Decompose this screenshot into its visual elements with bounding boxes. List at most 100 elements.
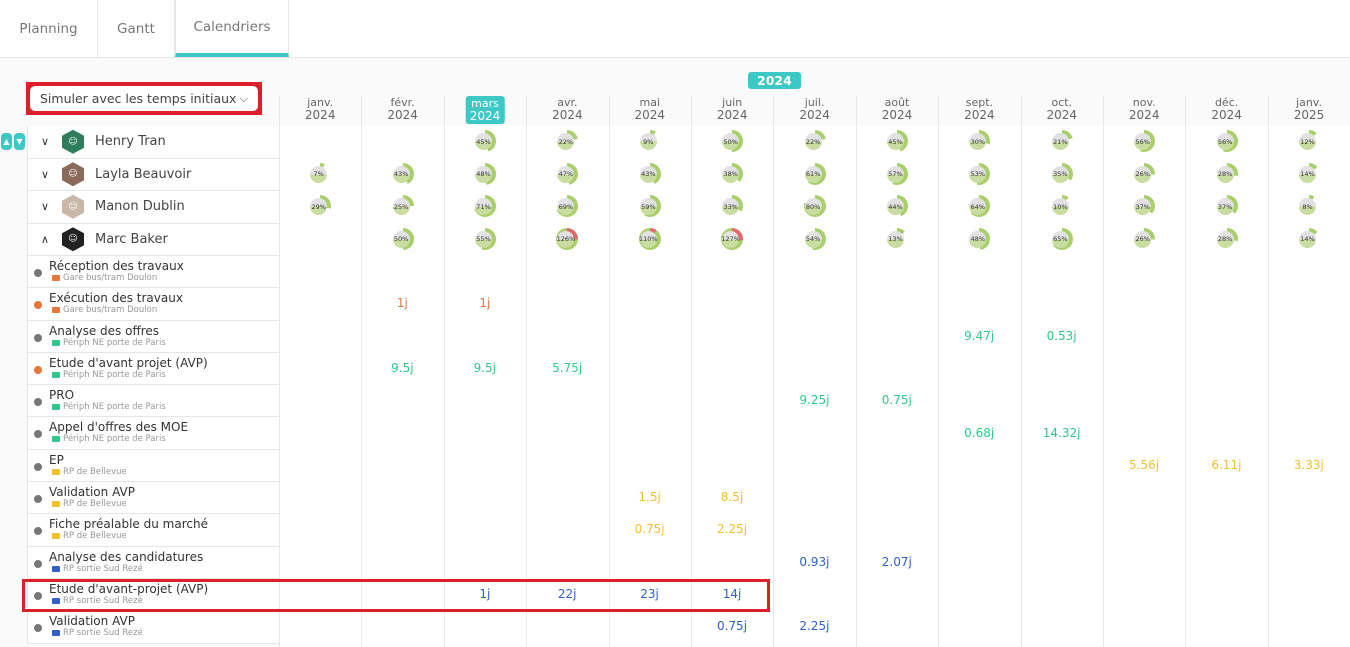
collapse-all-icon[interactable]: ▲ bbox=[1, 133, 12, 150]
load-percent: 43% bbox=[639, 165, 657, 183]
year-label: 2024 bbox=[748, 72, 801, 89]
task-name: Analyse des candidatures bbox=[49, 549, 204, 564]
task-workload: 8.5j bbox=[720, 490, 744, 505]
load-gauge: 54% bbox=[803, 227, 826, 250]
task-workload: 1j bbox=[396, 296, 408, 311]
month-column bbox=[938, 95, 940, 647]
briefcase-icon bbox=[52, 371, 60, 378]
status-dot bbox=[34, 495, 42, 504]
project-name: Gare bus/tram Doulon bbox=[63, 273, 158, 283]
month-header: janv. 2024 bbox=[305, 96, 336, 122]
load-percent: 33% bbox=[722, 198, 740, 215]
load-percent: 57% bbox=[887, 165, 904, 183]
task-name: Fiche préalable du marché bbox=[49, 517, 208, 532]
load-percent: 45% bbox=[887, 133, 904, 150]
load-gauge: 7% bbox=[309, 162, 332, 185]
month-header: sept. 2024 bbox=[964, 96, 995, 122]
tab-planning[interactable]: Planning bbox=[0, 0, 98, 57]
briefcase-icon bbox=[52, 565, 60, 572]
chevron-down-icon[interactable]: ∨ bbox=[28, 168, 62, 181]
load-percent: 8% bbox=[1299, 198, 1316, 215]
load-gauge: 65% bbox=[1050, 227, 1073, 250]
task-workload: 9.47j bbox=[964, 328, 995, 343]
month-header: févr. 2024 bbox=[387, 96, 418, 122]
person-row[interactable]: ∨ ☺ Henry Tran bbox=[28, 126, 279, 159]
expand-all-icon[interactable]: ▼ bbox=[14, 133, 25, 150]
status-dot bbox=[34, 462, 42, 471]
person-row[interactable]: ∨ ☺ Layla Beauvoir bbox=[28, 159, 279, 191]
person-row[interactable]: ∨ ☺ Manon Dublin bbox=[28, 191, 279, 224]
task-workload: 2.07j bbox=[881, 554, 912, 569]
load-gauge: 33% bbox=[721, 195, 744, 217]
load-gauge: 28% bbox=[1215, 162, 1238, 185]
task-row[interactable]: Exécution des travaux Gare bus/tram Doulo… bbox=[28, 288, 279, 321]
task-workload: 5.56j bbox=[1128, 457, 1160, 472]
load-percent: 80% bbox=[804, 198, 822, 215]
month-year: 2024 bbox=[304, 108, 336, 122]
project-name: Périph NE porte de Paris bbox=[63, 434, 166, 445]
month-column bbox=[608, 95, 610, 647]
person-row[interactable]: ∧ ☺ Marc Baker bbox=[28, 224, 279, 256]
load-percent: 50% bbox=[722, 133, 740, 150]
briefcase-icon bbox=[52, 501, 60, 508]
load-percent: 37% bbox=[1216, 198, 1234, 215]
task-row[interactable]: Validation AVP RP sortie Sud Rezé bbox=[28, 611, 279, 644]
simulation-dropdown[interactable]: Simuler avec les temps initiaux ⌵ bbox=[26, 82, 262, 115]
task-row[interactable]: Appel d'offres des MOE Périph NE porte de… bbox=[28, 417, 279, 450]
load-gauge: 57% bbox=[886, 162, 908, 185]
load-percent: 127% bbox=[721, 230, 740, 248]
chevron-up-icon[interactable]: ∧ bbox=[28, 233, 62, 246]
task-row[interactable]: Analyse des offres Périph NE porte de Par… bbox=[28, 321, 279, 353]
task-name: Exécution des travaux bbox=[49, 291, 183, 306]
task-workload: 0.75j bbox=[634, 522, 665, 537]
chevron-down-icon[interactable]: ∨ bbox=[28, 135, 62, 148]
task-row[interactable]: Validation AVP RP de Bellevue bbox=[28, 482, 279, 515]
task-workload: 5.75j bbox=[552, 360, 583, 375]
month-column bbox=[279, 95, 280, 647]
calendar-grid: 2024 janv. 2024 févr. 2024 mars 2024 avr. 2024 m… bbox=[279, 70, 1350, 647]
task-workload: 3.33j bbox=[1293, 457, 1324, 472]
project-name: Gare bus/tram Doulon bbox=[63, 305, 158, 316]
load-gauge: 22% bbox=[803, 130, 826, 152]
month-column bbox=[1020, 95, 1022, 647]
task-row[interactable]: Réception des travaux Gare bus/tram Doulo… bbox=[28, 256, 279, 289]
month-year: 2024 bbox=[552, 108, 583, 122]
load-percent: 21% bbox=[1051, 133, 1069, 150]
load-percent: 10% bbox=[1051, 198, 1069, 215]
load-gauge: 47% bbox=[556, 162, 579, 185]
project-name: RP de Bellevue bbox=[63, 499, 127, 510]
load-gauge: 56% bbox=[1215, 130, 1238, 152]
status-dot bbox=[34, 301, 42, 310]
month-header: nov. 2024 bbox=[1129, 96, 1160, 122]
load-gauge: 37% bbox=[1215, 195, 1238, 217]
person-name: Manon Dublin bbox=[95, 199, 185, 215]
load-percent: 26% bbox=[1134, 230, 1152, 248]
load-gauge: 29% bbox=[309, 195, 332, 217]
status-dot bbox=[34, 559, 42, 568]
load-gauge: 55% bbox=[474, 227, 496, 250]
load-gauge: 12% bbox=[1298, 130, 1320, 152]
chevron-down-icon[interactable]: ∨ bbox=[28, 200, 62, 213]
load-gauge: 64% bbox=[968, 195, 991, 217]
task-row[interactable]: EP RP de Bellevue bbox=[28, 450, 279, 483]
task-workload: 0.68j bbox=[964, 425, 995, 440]
load-percent: 56% bbox=[1134, 133, 1152, 150]
load-percent: 29% bbox=[310, 198, 328, 215]
tab-gantt[interactable]: Gantt bbox=[98, 0, 175, 57]
project-name: RP sortie Sud Rezé bbox=[63, 563, 143, 574]
task-row[interactable]: Fiche préalable du marché RP de Bellevue bbox=[28, 514, 279, 547]
task-row[interactable]: PRO Périph NE porte de Paris bbox=[28, 385, 279, 418]
load-percent: 43% bbox=[392, 165, 410, 183]
avatar: ☺ bbox=[62, 227, 84, 252]
month-year: 2024 bbox=[881, 108, 913, 122]
load-gauge: 43% bbox=[391, 162, 414, 185]
status-dot bbox=[34, 430, 42, 439]
task-row[interactable]: Etude d'avant projet (AVP) Périph NE port… bbox=[28, 353, 279, 386]
project-name: Périph NE porte de Paris bbox=[63, 369, 166, 380]
task-workload: 14.32j bbox=[1042, 425, 1081, 440]
task-name: Analyse des offres bbox=[49, 323, 160, 338]
tab-calendriers[interactable]: Calendriers bbox=[175, 0, 289, 57]
briefcase-icon bbox=[52, 339, 60, 346]
project-name: RP sortie Sud Rezé bbox=[63, 628, 143, 639]
task-row[interactable]: Analyse des candidatures RP sortie Sud Re… bbox=[28, 547, 279, 579]
